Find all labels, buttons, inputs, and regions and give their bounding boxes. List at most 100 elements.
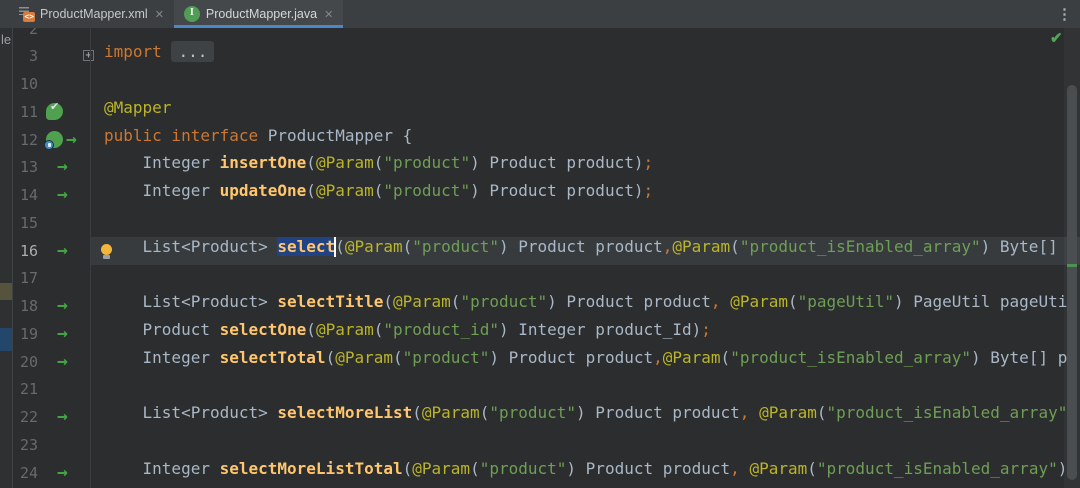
- editor-lines: 23+import ...1011✔@Mapper12→public inter…: [0, 28, 1080, 488]
- code-token: @Param: [412, 459, 470, 478]
- code-line[interactable]: public interface ProductMapper {: [0, 126, 1080, 154]
- code-token: @Param: [316, 181, 374, 200]
- code-token: ;: [643, 181, 653, 200]
- code-token: (: [383, 292, 393, 311]
- code-token: (: [374, 181, 384, 200]
- code-token: (: [374, 320, 384, 339]
- code-token: ...: [171, 41, 214, 62]
- inspections-ok-icon[interactable]: ✔: [1050, 29, 1063, 47]
- code-token: (: [306, 320, 316, 339]
- code-token: Integer: [104, 181, 220, 200]
- close-tab-icon[interactable]: ✕: [155, 8, 164, 21]
- code-token: List<Product>: [104, 403, 277, 422]
- code-token: @Param: [422, 403, 480, 422]
- code-line[interactable]: Integer selectTotal(@Param("product") Pr…: [0, 348, 1080, 376]
- clipped-tree-item-text: le: [1, 32, 11, 47]
- code-token: Integer: [104, 153, 220, 172]
- code-line[interactable]: List<Product> select(@Param("product") P…: [0, 237, 1080, 265]
- code-line[interactable]: [0, 375, 1080, 403]
- code-token: @Param: [759, 403, 817, 422]
- code-token: ) Byte[]: [981, 237, 1058, 256]
- close-tab-icon[interactable]: ✕: [324, 8, 333, 21]
- clipped-selection-block: [0, 328, 12, 351]
- code-line[interactable]: Integer updateOne(@Param("product") Prod…: [0, 181, 1080, 209]
- code-token: [740, 459, 750, 478]
- code-token: "product_id": [383, 320, 499, 339]
- scrollbar-thumb[interactable]: [1067, 85, 1077, 480]
- code-line[interactable]: + import ...: [0, 42, 1080, 70]
- code-token: @Param: [730, 292, 788, 311]
- code-token: "product_isEnabled_array": [740, 237, 981, 256]
- editor-scrollbar[interactable]: [1064, 28, 1080, 488]
- code-token: @Param: [749, 459, 807, 478]
- code-editor[interactable]: 23+import ...1011✔@Mapper12→public inter…: [0, 28, 1080, 488]
- code-token: ) Product product: [499, 237, 663, 256]
- code-token: "pageUtil": [798, 292, 894, 311]
- code-text: Integer selectTotal(@Param("product") Pr…: [104, 348, 1067, 367]
- code-line[interactable]: List<Product> selectTitle(@Param("produc…: [0, 292, 1080, 320]
- code-token: List<Product>: [104, 292, 277, 311]
- code-line[interactable]: [0, 28, 1080, 43]
- code-token: (: [412, 403, 422, 422]
- code-token: ) Product product): [470, 153, 643, 172]
- code-token: (: [374, 153, 384, 172]
- editor-tab-bar: <> ProductMapper.xml ✕ I ProductMapper.j…: [0, 0, 1080, 28]
- code-line[interactable]: Integer selectMoreListTotal(@Param("prod…: [0, 459, 1080, 487]
- code-token: (: [326, 348, 336, 367]
- code-text: List<Product> selectMoreList(@Param("pro…: [104, 403, 1067, 422]
- code-token: ) Integer product_Id): [499, 320, 701, 339]
- scrollbar-caret-marker: [1067, 264, 1077, 267]
- code-token: public interface: [104, 126, 258, 145]
- code-token: List<Product>: [104, 237, 277, 256]
- code-line[interactable]: List<Product> selectMoreList(@Param("pro…: [0, 403, 1080, 431]
- code-line[interactable]: [0, 209, 1080, 237]
- code-token: "product": [460, 292, 547, 311]
- xml-mapper-file-icon: <>: [18, 6, 34, 22]
- more-options-icon[interactable]: ⋮: [1057, 7, 1080, 22]
- code-line[interactable]: Integer insertOne(@Param("product") Prod…: [0, 153, 1080, 181]
- code-token: @Param: [316, 320, 374, 339]
- code-token: Product: [104, 320, 220, 339]
- code-line[interactable]: Product selectOne(@Param("product_id") I…: [0, 320, 1080, 348]
- code-token: [162, 42, 172, 61]
- code-token: ) Product product: [489, 348, 653, 367]
- code-text: Integer selectMoreListTotal(@Param("prod…: [104, 459, 1067, 478]
- code-token: (: [306, 181, 316, 200]
- code-token: "product": [383, 181, 470, 200]
- fold-expand-icon[interactable]: +: [83, 50, 94, 61]
- code-token: (: [807, 459, 817, 478]
- code-token: ) Product product: [566, 459, 730, 478]
- code-token: "product_isEnabled_array": [817, 459, 1058, 478]
- code-token: @Param: [345, 237, 403, 256]
- code-text: List<Product> selectTitle(@Param("produc…: [104, 292, 1067, 311]
- code-token: @Param: [335, 348, 393, 367]
- code-token: @Mapper: [104, 98, 171, 117]
- code-token: ,: [653, 348, 663, 367]
- code-token: import: [104, 42, 162, 61]
- code-token: (: [721, 348, 731, 367]
- tab-label: ProductMapper.xml: [40, 7, 148, 21]
- intention-lightbulb-icon[interactable]: [101, 244, 112, 255]
- code-text: Product selectOne(@Param("product_id") I…: [104, 320, 711, 339]
- code-line[interactable]: [0, 70, 1080, 98]
- code-text: Integer updateOne(@Param("product") Prod…: [104, 181, 653, 200]
- code-token: (: [470, 459, 480, 478]
- code-text: List<Product> select(@Param("product") P…: [104, 237, 1058, 256]
- code-token: "product": [403, 348, 490, 367]
- tab-productmapper-java[interactable]: I ProductMapper.java ✕: [174, 0, 343, 28]
- java-interface-icon: I: [184, 6, 200, 22]
- tab-label: ProductMapper.java: [206, 7, 317, 21]
- code-line[interactable]: [0, 431, 1080, 459]
- code-line[interactable]: [0, 264, 1080, 292]
- code-text: @Mapper: [104, 98, 171, 117]
- code-token: selectMoreListTotal: [220, 459, 403, 478]
- code-token: "product": [480, 459, 567, 478]
- tab-productmapper-xml[interactable]: <> ProductMapper.xml ✕: [8, 0, 174, 28]
- code-token: selectOne: [220, 320, 307, 339]
- code-token: ProductMapper {: [258, 126, 412, 145]
- code-token: (: [480, 403, 490, 422]
- selected-text: select: [277, 237, 335, 256]
- xml-badge-glyph: <>: [23, 12, 35, 22]
- code-line[interactable]: @Mapper: [0, 98, 1080, 126]
- code-text: Integer insertOne(@Param("product") Prod…: [104, 153, 653, 172]
